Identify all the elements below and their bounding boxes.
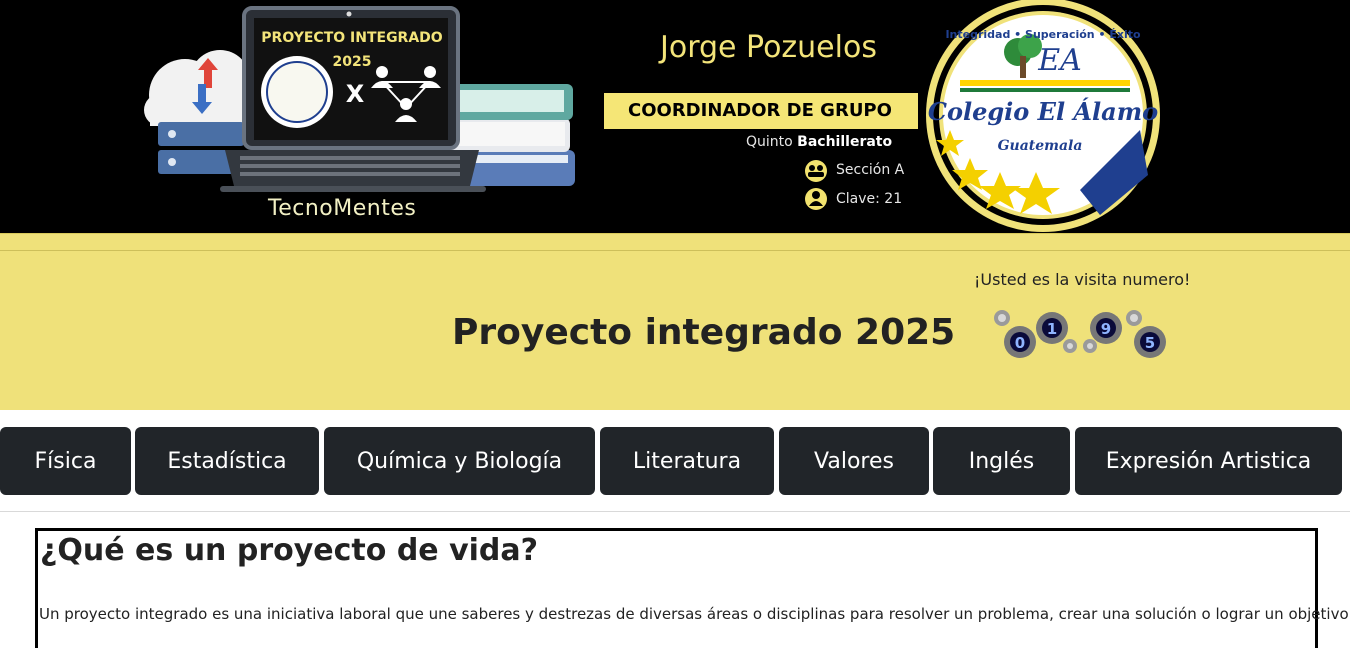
svg-text:X: X	[346, 80, 365, 108]
section-divider	[0, 511, 1350, 512]
counter-digit-2: 1	[1047, 320, 1057, 338]
coordinator-role: COORDINADOR DE GRUPO	[628, 100, 892, 121]
svg-text:2025: 2025	[333, 54, 372, 70]
content-box: ¿Qué es un proyecto de vida? Un proyecto…	[35, 528, 1349, 648]
svg-text:Integridad • Superación • Éxit: Integridad • Superación • Éxito	[945, 28, 1141, 41]
counter-digit-3: 9	[1101, 320, 1111, 338]
content-heading: ¿Qué es un proyecto de vida?	[40, 533, 539, 568]
clave-text: Clave: 21	[836, 191, 903, 207]
page-header: Proyecto integrado 2025 ¡Usted es la vis…	[0, 233, 1350, 410]
section-text: Sección A	[836, 162, 905, 178]
nav-button-valores[interactable]: Valores	[779, 427, 929, 495]
nav-button-estadistica[interactable]: Estadística	[135, 427, 319, 495]
coordinator-name: Jorge Pozuelos	[660, 30, 877, 65]
svg-text:Guatemala: Guatemala	[998, 138, 1083, 154]
grade-text: Quinto Bachillerato	[746, 134, 892, 150]
visit-counter: 0 1 9 5	[994, 310, 1166, 358]
school-seal-logo: Colegio El Álamo Guatemala EA Integridad…	[926, 0, 1160, 232]
counter-digit-4: 5	[1145, 334, 1155, 352]
nav-button-quimica-biologia[interactable]: Química y Biología	[324, 427, 595, 495]
banner-image: Colegio El Álamo Guatemala EA Integridad…	[0, 0, 1350, 233]
brand-text: TecnoMentes	[268, 196, 417, 221]
content-paragraph: Un proyecto integrado es una iniciativa …	[39, 605, 1349, 623]
subject-nav: Física Estadística Química y Biología Li…	[0, 427, 1350, 495]
nav-button-ingles[interactable]: Inglés	[933, 427, 1070, 495]
page-title: Proyecto integrado 2025	[452, 312, 956, 353]
nav-button-fisica[interactable]: Física	[0, 427, 131, 495]
header-divider	[0, 250, 1350, 251]
grade-prefix: Quinto	[746, 134, 793, 150]
nav-button-expresion-artistica[interactable]: Expresión Artistica	[1075, 427, 1342, 495]
nav-button-literatura[interactable]: Literatura	[600, 427, 774, 495]
grade-bold: Bachillerato	[797, 134, 893, 150]
svg-text:Colegio El Álamo: Colegio El Álamo	[928, 97, 1158, 126]
svg-text:PROYECTO INTEGRADO: PROYECTO INTEGRADO	[261, 30, 443, 46]
visit-label: ¡Usted es la visita numero!	[974, 270, 1191, 289]
svg-text:EA: EA	[1037, 43, 1082, 78]
counter-digit-1: 0	[1015, 334, 1025, 352]
